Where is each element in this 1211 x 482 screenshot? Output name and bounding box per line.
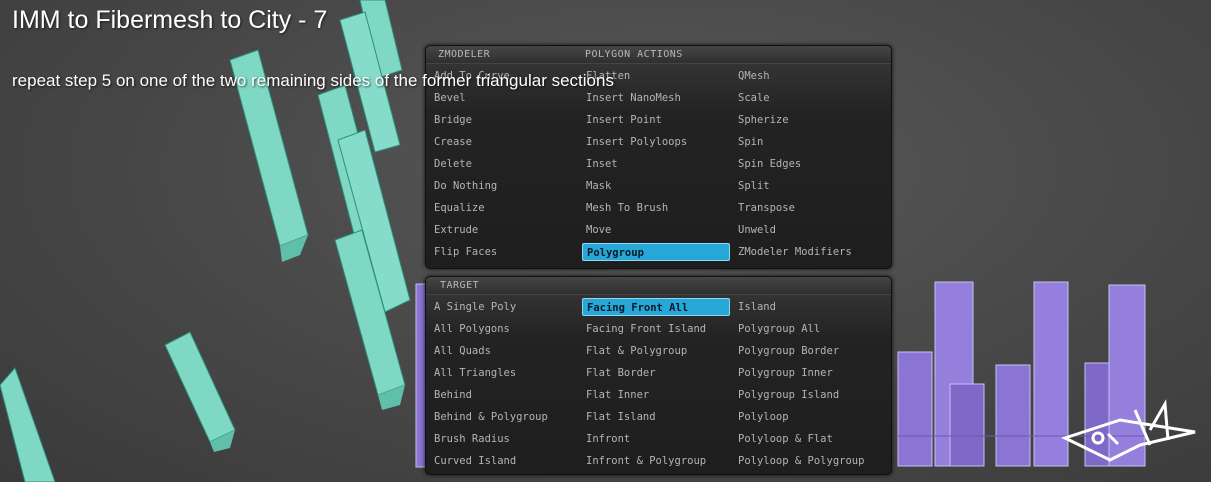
menu-item-insert-nanomesh[interactable]: Insert NanoMesh <box>582 89 730 107</box>
menu-item-polyloop-and-flat[interactable]: Polyloop & Flat <box>734 430 882 448</box>
page-title: IMM to Fibermesh to City - 7 <box>12 6 328 34</box>
menu-item-flat-border[interactable]: Flat Border <box>582 364 730 382</box>
menu-item-spherize[interactable]: Spherize <box>734 111 882 129</box>
menu-item-crease[interactable]: Crease <box>430 133 578 151</box>
menu-item-infront-and-polygroup[interactable]: Infront & Polygroup <box>582 452 730 470</box>
target-header-label: TARGET <box>440 280 480 291</box>
menu-item-insert-point[interactable]: Insert Point <box>582 111 730 129</box>
menu-item-scale[interactable]: Scale <box>734 89 882 107</box>
menu-item-inset[interactable]: Inset <box>582 155 730 173</box>
menu-item-delete[interactable]: Delete <box>430 155 578 173</box>
menu-item-spin[interactable]: Spin <box>734 133 882 151</box>
menu-item-move[interactable]: Move <box>582 221 730 239</box>
menu-item-brush-radius[interactable]: Brush Radius <box>430 430 578 448</box>
menu-item-polygroup-inner[interactable]: Polygroup Inner <box>734 364 882 382</box>
polygon-actions-header-label: POLYGON ACTIONS <box>585 49 683 60</box>
menu-item-flat-island[interactable]: Flat Island <box>582 408 730 426</box>
menu-item-transpose[interactable]: Transpose <box>734 199 882 217</box>
menu-item-polygroup-all[interactable]: Polygroup All <box>734 320 882 338</box>
step-instruction: repeat step 5 on one of the two remainin… <box>12 71 614 90</box>
menu-item-polygroup-border[interactable]: Polygroup Border <box>734 342 882 360</box>
menu-item-facing-front-island[interactable]: Facing Front Island <box>582 320 730 338</box>
menu-item-unweld[interactable]: Unweld <box>734 221 882 239</box>
target-panel: TARGET A Single Poly All Polygons All Quad… <box>425 276 892 475</box>
menu-item-all-quads[interactable]: All Quads <box>430 342 578 360</box>
menu-item-polyloop-and-polygroup[interactable]: Polyloop & Polygroup <box>734 452 882 470</box>
menu-item-polyloop[interactable]: Polyloop <box>734 408 882 426</box>
menu-item-bridge[interactable]: Bridge <box>430 111 578 129</box>
menu-item-flat-inner[interactable]: Flat Inner <box>582 386 730 404</box>
menu-item-a-single-poly[interactable]: A Single Poly <box>430 298 578 316</box>
menu-item-flat-and-polygroup[interactable]: Flat & Polygroup <box>582 342 730 360</box>
menu-item-behind[interactable]: Behind <box>430 386 578 404</box>
menu-item-facing-front-all[interactable]: Facing Front All <box>582 298 730 316</box>
menu-item-infront[interactable]: Infront <box>582 430 730 448</box>
menu-item-do-nothing[interactable]: Do Nothing <box>430 177 578 195</box>
zmodeler-header-label: ZMODELER <box>438 49 491 60</box>
menu-item-extrude[interactable]: Extrude <box>430 221 578 239</box>
menu-item-island[interactable]: Island <box>734 298 882 316</box>
menu-item-behind-and-polygroup[interactable]: Behind & Polygroup <box>430 408 578 426</box>
menu-item-curved-island[interactable]: Curved Island <box>430 452 578 470</box>
target-panel-header: TARGET <box>426 277 891 295</box>
menu-item-all-triangles[interactable]: All Triangles <box>430 364 578 382</box>
menu-item-spin-edges[interactable]: Spin Edges <box>734 155 882 173</box>
menu-item-split[interactable]: Split <box>734 177 882 195</box>
zmodeler-panel-header: ZMODELER POLYGON ACTIONS <box>426 46 891 64</box>
menu-item-bevel[interactable]: Bevel <box>430 89 578 107</box>
menu-item-zmodeler-modifiers[interactable]: ZModeler Modifiers <box>734 243 882 261</box>
menu-item-polygroup[interactable]: Polygroup <box>582 243 730 261</box>
menu-item-equalize[interactable]: Equalize <box>430 199 578 217</box>
menu-item-mesh-to-brush[interactable]: Mesh To Brush <box>582 199 730 217</box>
menu-item-all-polygons[interactable]: All Polygons <box>430 320 578 338</box>
menu-item-insert-polyloops[interactable]: Insert Polyloops <box>582 133 730 151</box>
menu-item-polygroup-island[interactable]: Polygroup Island <box>734 386 882 404</box>
menu-item-qmesh[interactable]: QMesh <box>734 67 882 85</box>
menu-item-flip-faces[interactable]: Flip Faces <box>430 243 578 261</box>
menu-item-mask[interactable]: Mask <box>582 177 730 195</box>
